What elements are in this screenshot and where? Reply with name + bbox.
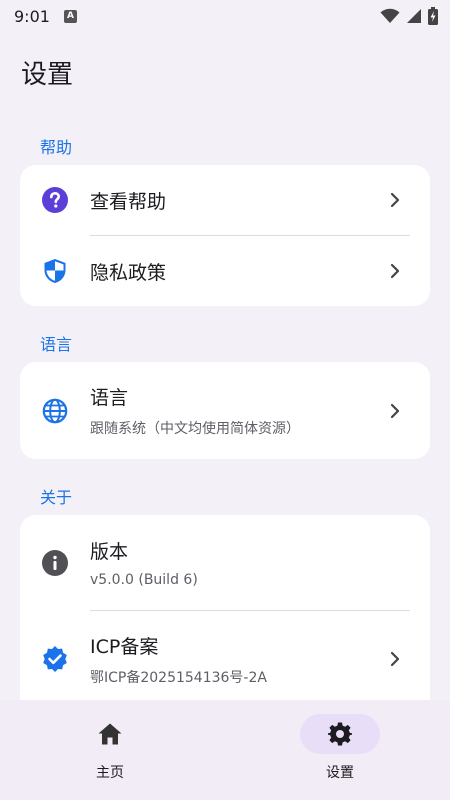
icp-record-row-subtitle: 鄂ICP备2025154136号-2A xyxy=(90,669,267,686)
language-row-subtitle: 跟随系统（中文均使用简体资源） xyxy=(90,421,300,437)
version-row-subtitle: v5.0.0 (Build 6) xyxy=(90,572,198,588)
info-icon xyxy=(41,549,69,577)
help-row[interactable]: 查看帮助 xyxy=(20,165,430,235)
privacy-policy-row[interactable]: 隐私政策 xyxy=(20,236,430,306)
chevron-right-icon xyxy=(388,651,402,667)
section-label-help: 帮助 xyxy=(40,138,73,157)
icp-record-row-title: ICP备案 xyxy=(90,635,159,658)
verified-badge-icon xyxy=(41,645,69,673)
bottom-navigation-bar: 主页 设置 xyxy=(0,700,450,800)
signal-icon xyxy=(407,9,421,23)
nav-item-settings[interactable]: 设置 xyxy=(280,714,400,786)
nav-item-home[interactable]: 主页 xyxy=(50,714,170,786)
help-circle-icon xyxy=(41,186,69,214)
wifi-icon xyxy=(380,8,400,23)
chevron-right-icon xyxy=(388,263,402,279)
a-letter-icon: A xyxy=(63,9,77,23)
help-card: 查看帮助 隐私政策 xyxy=(20,165,430,306)
version-row-title: 版本 xyxy=(90,541,129,563)
battery-charging-icon xyxy=(428,7,438,25)
status-time: 9:01 xyxy=(14,6,50,26)
section-label-language: 语言 xyxy=(40,335,73,354)
privacy-policy-row-title: 隐私政策 xyxy=(90,261,167,284)
nav-pill-home xyxy=(70,714,150,754)
nav-label-settings: 设置 xyxy=(326,765,354,781)
status-bar: 9:01 A xyxy=(0,0,450,32)
gear-icon xyxy=(328,722,352,746)
about-card: 版本 v5.0.0 (Build 6) ICP备案 鄂ICP备202515413… xyxy=(20,515,430,715)
home-icon xyxy=(98,723,122,745)
language-row[interactable]: 语言 跟随系统（中文均使用简体资源） xyxy=(20,362,430,459)
nav-label-home: 主页 xyxy=(96,765,124,781)
globe-icon xyxy=(41,397,69,425)
icp-record-row[interactable]: ICP备案 鄂ICP备2025154136号-2A xyxy=(20,611,430,707)
version-row: 版本 v5.0.0 (Build 6) xyxy=(20,515,430,610)
status-icons xyxy=(380,7,438,25)
page-title: 设置 xyxy=(21,60,74,90)
chevron-right-icon xyxy=(388,192,402,208)
language-card: 语言 跟随系统（中文均使用简体资源） xyxy=(20,362,430,459)
shield-icon xyxy=(41,257,69,285)
nav-pill-settings xyxy=(300,714,380,754)
help-row-title: 查看帮助 xyxy=(90,190,167,213)
section-label-about: 关于 xyxy=(40,488,73,507)
settings-screen: 9:01 A 设置 帮助 查看帮助 隐私政策 语言 语言 跟随系统（中文均使用简… xyxy=(0,0,450,800)
chevron-right-icon xyxy=(388,403,402,419)
language-row-title: 语言 xyxy=(90,387,129,409)
